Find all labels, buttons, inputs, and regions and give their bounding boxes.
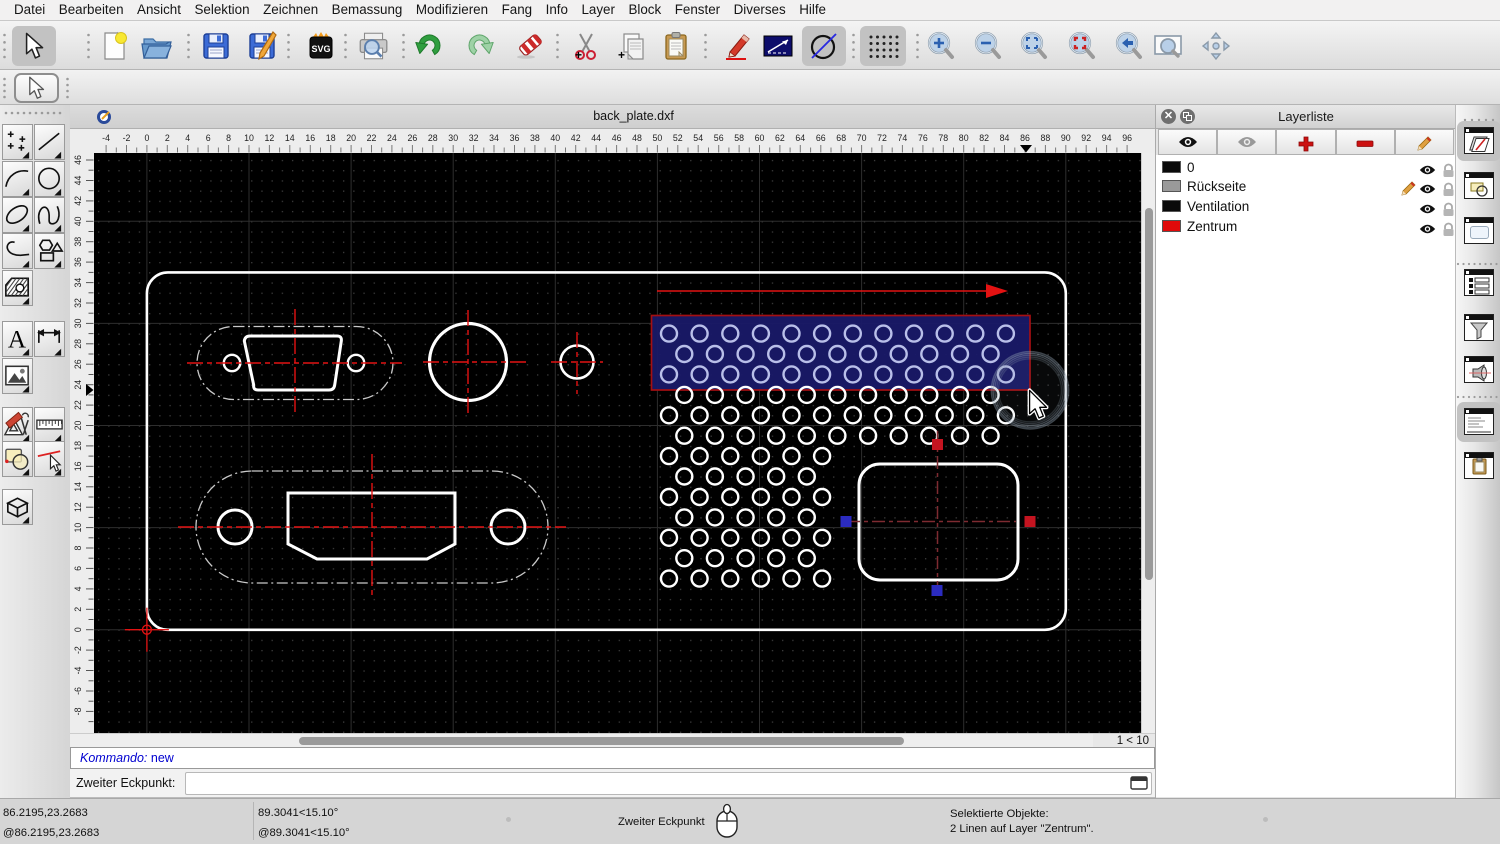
svg-text:46: 46: [73, 155, 83, 165]
svg-text:76: 76: [918, 133, 928, 143]
svg-text:8: 8: [73, 545, 83, 550]
svg-text:78: 78: [938, 133, 948, 143]
svg-text:68: 68: [836, 133, 846, 143]
svg-text:70: 70: [857, 133, 867, 143]
svg-text:56: 56: [714, 133, 724, 143]
svg-text:38: 38: [73, 237, 83, 247]
svg-text:-8: -8: [73, 707, 83, 715]
svg-text:20: 20: [346, 133, 356, 143]
svg-text:10: 10: [73, 523, 83, 533]
svg-text:92: 92: [1081, 133, 1091, 143]
svg-text:80: 80: [959, 133, 969, 143]
svg-text:22: 22: [367, 133, 377, 143]
svg-text:72: 72: [877, 133, 887, 143]
svg-text:94: 94: [1102, 133, 1112, 143]
svg-text:34: 34: [73, 278, 83, 288]
svg-text:16: 16: [305, 133, 315, 143]
svg-text:50: 50: [653, 133, 663, 143]
svg-text:74: 74: [898, 133, 908, 143]
svg-text:14: 14: [73, 482, 83, 492]
svg-text:82: 82: [979, 133, 989, 143]
svg-text:0: 0: [144, 133, 149, 143]
svg-text:66: 66: [816, 133, 826, 143]
svg-text:36: 36: [510, 133, 520, 143]
svg-text:16: 16: [73, 461, 83, 471]
svg-text:42: 42: [73, 196, 83, 206]
svg-text:14: 14: [285, 133, 295, 143]
svg-text:38: 38: [530, 133, 540, 143]
svg-text:0: 0: [73, 627, 83, 632]
svg-text:2: 2: [73, 607, 83, 612]
svg-text:40: 40: [550, 133, 560, 143]
svg-text:62: 62: [775, 133, 785, 143]
svg-text:26: 26: [408, 133, 418, 143]
svg-text:30: 30: [73, 318, 83, 328]
svg-text:-4: -4: [102, 133, 110, 143]
svg-text:84: 84: [1000, 133, 1010, 143]
svg-text:60: 60: [755, 133, 765, 143]
svg-text:+: +: [575, 48, 582, 62]
svg-text:28: 28: [428, 133, 438, 143]
svg-text:54: 54: [693, 133, 703, 143]
svg-text:18: 18: [326, 133, 336, 143]
svg-text:-6: -6: [73, 687, 83, 695]
svg-text:28: 28: [73, 339, 83, 349]
svg-text:20: 20: [73, 421, 83, 431]
svg-text:32: 32: [73, 298, 83, 308]
svg-text:SVG: SVG: [311, 44, 330, 54]
svg-text:12: 12: [265, 133, 275, 143]
svg-text:52: 52: [673, 133, 683, 143]
svg-text:48: 48: [632, 133, 642, 143]
svg-text:22: 22: [73, 400, 83, 410]
svg-text:64: 64: [795, 133, 805, 143]
svg-text:18: 18: [73, 441, 83, 451]
svg-text:12: 12: [73, 502, 83, 512]
svg-text:32: 32: [469, 133, 479, 143]
svg-text:34: 34: [489, 133, 499, 143]
svg-text:44: 44: [73, 176, 83, 186]
svg-text:24: 24: [387, 133, 397, 143]
svg-text:-2: -2: [73, 646, 83, 654]
svg-text:58: 58: [734, 133, 744, 143]
svg-text:40: 40: [73, 216, 83, 226]
svg-text:86: 86: [1020, 133, 1030, 143]
svg-text:8: 8: [226, 133, 231, 143]
svg-text:-4: -4: [73, 666, 83, 674]
svg-text:30: 30: [448, 133, 458, 143]
svg-text:44: 44: [591, 133, 601, 143]
svg-text:6: 6: [73, 566, 83, 571]
svg-text:6: 6: [206, 133, 211, 143]
svg-text:46: 46: [612, 133, 622, 143]
svg-text:4: 4: [185, 133, 190, 143]
svg-text:24: 24: [73, 380, 83, 390]
svg-text:4: 4: [73, 586, 83, 591]
svg-text:90: 90: [1061, 133, 1071, 143]
svg-text:96: 96: [1122, 133, 1132, 143]
svg-text:10: 10: [244, 133, 254, 143]
svg-text:42: 42: [571, 133, 581, 143]
svg-text:A: A: [8, 327, 26, 354]
svg-text:88: 88: [1041, 133, 1051, 143]
svg-text:+: +: [618, 48, 625, 62]
svg-text:36: 36: [73, 257, 83, 267]
svg-text:26: 26: [73, 359, 83, 369]
svg-text:2: 2: [165, 133, 170, 143]
svg-text:-2: -2: [123, 133, 131, 143]
